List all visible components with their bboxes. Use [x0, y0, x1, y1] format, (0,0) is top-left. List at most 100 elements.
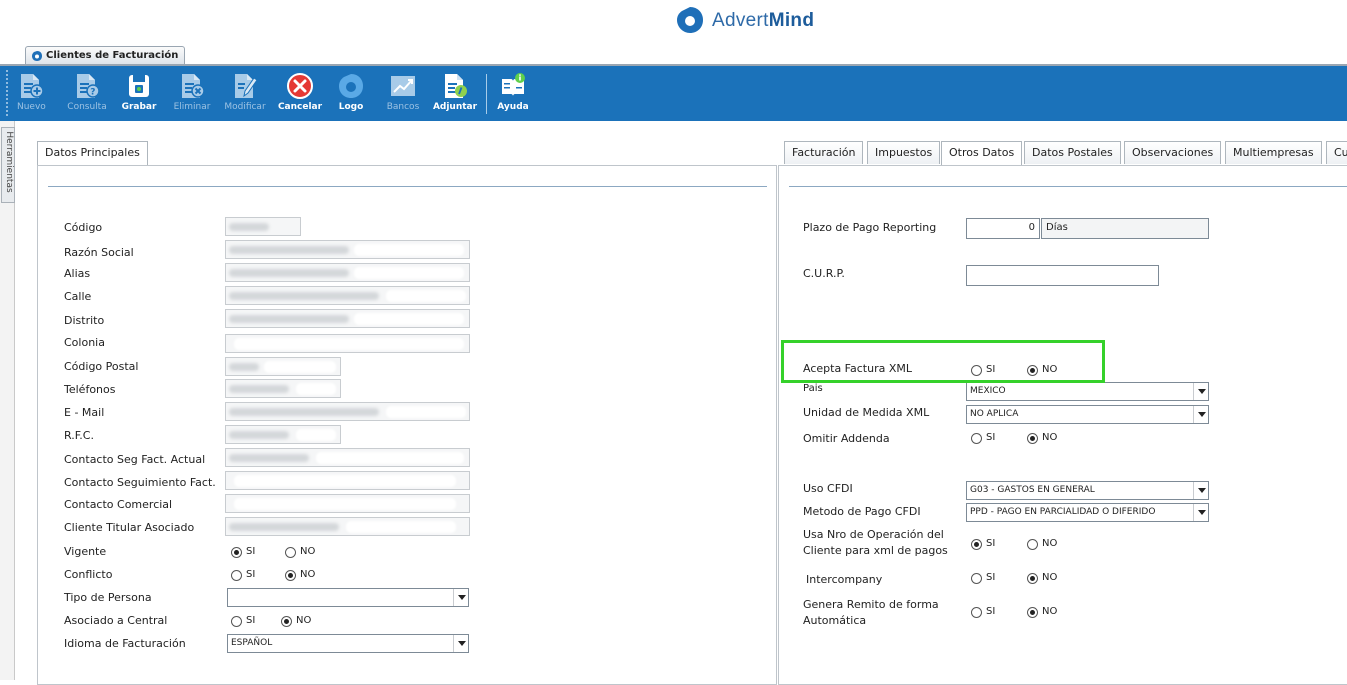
chevron-down-icon — [453, 589, 468, 606]
intercompany-no-label: NO — [1042, 572, 1058, 583]
label-plazo-pago: Plazo de Pago Reporting — [803, 221, 937, 234]
calle-field[interactable] — [225, 286, 470, 305]
genera-remito-no-radio[interactable] — [1027, 607, 1038, 618]
tab-datos-postales[interactable]: Datos Postales — [1024, 141, 1121, 164]
vigente-no-radio[interactable] — [285, 547, 296, 558]
label-contacto-comercial: Contacto Comercial — [64, 498, 173, 511]
consult-button[interactable]: ? Consulta — [62, 66, 112, 121]
codigo-field[interactable] — [225, 217, 301, 236]
omitir-addenda-no-radio[interactable] — [1027, 433, 1038, 444]
logo-icon — [339, 74, 363, 98]
label-conflicto: Conflicto — [64, 568, 113, 581]
colonia-field[interactable] — [225, 334, 470, 353]
intercompany-si-radio[interactable] — [971, 573, 982, 584]
chevron-down-icon — [1193, 383, 1208, 400]
label-razon-social: Razón Social — [64, 246, 134, 259]
label-codigo: Código — [64, 221, 103, 234]
label-usa-nro-op-line2: Cliente para xml de pagos — [803, 544, 948, 557]
tab-datos-principales[interactable]: Datos Principales — [37, 141, 148, 165]
genera-remito-si-radio[interactable] — [971, 607, 982, 618]
help-button[interactable]: Ayuda — [495, 66, 531, 121]
tab-impuestos[interactable]: Impuestos — [867, 141, 941, 164]
distrito-field[interactable] — [225, 309, 470, 328]
tab-observaciones[interactable]: Observaciones — [1124, 141, 1222, 164]
contacto-seguimiento-field[interactable] — [225, 471, 470, 490]
uso-cfdi-select[interactable]: G03 - GASTOS EN GENERAL — [966, 481, 1209, 500]
label-calle: Calle — [64, 290, 92, 303]
cancel-button[interactable]: Cancelar — [276, 66, 324, 121]
tipo-persona-select[interactable] — [227, 588, 469, 607]
banks-button[interactable]: Bancos — [383, 66, 423, 121]
metodo-pago-value: PPD - PAGO EN PARCIALIDAD O DIFERIDO — [970, 507, 1156, 517]
toolbar-grip[interactable] — [6, 70, 10, 116]
banks-button-label: Bancos — [386, 102, 420, 112]
tab-datos-postales-label: Datos Postales — [1032, 146, 1113, 159]
plazo-pago-input[interactable]: 0 — [966, 218, 1040, 239]
email-field[interactable] — [225, 402, 470, 421]
tab-otros-datos-label: Otros Datos — [949, 146, 1015, 159]
cliente-titular-field[interactable] — [225, 517, 470, 536]
usa-nro-op-si-radio[interactable] — [971, 539, 982, 550]
toolbar: Nuevo ? Consulta Grabar Eliminar Modific — [0, 66, 1347, 121]
chevron-down-icon — [453, 635, 468, 652]
new-button-label: Nuevo — [17, 102, 46, 112]
genera-remito-no-label: NO — [1042, 606, 1058, 617]
contacto-seg-actual-field[interactable] — [225, 448, 470, 467]
unidad-medida-select[interactable]: NO APLICA — [966, 405, 1209, 424]
highlight-acepta-xml — [781, 340, 1105, 383]
telefonos-field[interactable] — [225, 379, 341, 398]
save-button[interactable]: Grabar — [120, 66, 158, 121]
asociado-central-no-label: NO — [296, 615, 312, 626]
logo-button-label: Logo — [338, 102, 364, 112]
tab-multiempresas[interactable]: Multiempresas — [1225, 141, 1322, 164]
pais-select[interactable]: MEXICO — [966, 382, 1209, 401]
tab-otros-datos[interactable]: Otros Datos — [941, 141, 1023, 165]
label-unidad-medida: Unidad de Medida XML — [803, 406, 930, 419]
conflicto-no-radio[interactable] — [285, 570, 296, 581]
label-genera-remito-line1: Genera Remito de forma — [803, 598, 939, 611]
new-button[interactable]: Nuevo — [17, 66, 46, 121]
delete-button[interactable]: Eliminar — [170, 66, 214, 121]
toolbar-separator — [486, 74, 487, 114]
tools-side-tab-label: Herramientas — [4, 131, 14, 193]
rfc-field[interactable] — [225, 425, 341, 444]
window-tab-clientes[interactable]: Clientes de Facturación — [25, 46, 186, 65]
intercompany-no-radio[interactable] — [1027, 573, 1038, 584]
vigente-si-radio[interactable] — [231, 547, 242, 558]
metodo-pago-select[interactable]: PPD - PAGO EN PARCIALIDAD O DIFERIDO — [966, 503, 1209, 522]
tab-facturacion[interactable]: Facturación — [784, 141, 864, 164]
label-omitir-addenda: Omitir Addenda — [803, 432, 890, 445]
alias-field[interactable] — [225, 263, 470, 282]
tab-cuentas[interactable]: Cu — [1326, 141, 1347, 164]
omitir-addenda-si-radio[interactable] — [971, 433, 982, 444]
tab-facturacion-label: Facturación — [792, 146, 856, 159]
asociado-central-si-radio[interactable] — [231, 616, 242, 627]
asociado-central-no-radio[interactable] — [281, 616, 292, 627]
tools-side-tab[interactable]: Herramientas — [1, 127, 15, 203]
logo-button[interactable]: Logo — [333, 66, 369, 121]
attach-button[interactable]: Adjuntar — [431, 66, 479, 121]
label-colonia: Colonia — [64, 336, 105, 349]
plazo-pago-unit: Días — [1041, 218, 1209, 239]
idioma-select[interactable]: ESPAÑOL — [227, 634, 469, 653]
label-distrito: Distrito — [64, 314, 105, 327]
label-usa-nro-op-line1: Usa Nro de Operación del — [803, 528, 944, 541]
razon-social-field[interactable] — [225, 240, 470, 259]
help-button-label: Ayuda — [497, 102, 529, 112]
advertmind-logo-icon — [677, 7, 703, 33]
side-panel-strip — [0, 121, 15, 680]
label-codigo-postal: Código Postal — [64, 360, 139, 373]
modify-button[interactable]: Modificar — [219, 66, 271, 121]
usa-nro-op-no-radio[interactable] — [1027, 539, 1038, 550]
modify-button-label: Modificar — [224, 102, 266, 112]
uso-cfdi-value: G03 - GASTOS EN GENERAL — [970, 485, 1095, 495]
contacto-comercial-field[interactable] — [225, 494, 470, 513]
curp-input[interactable] — [966, 265, 1159, 286]
asociado-central-si-label: SI — [246, 615, 256, 626]
delete-document-icon — [182, 74, 205, 98]
consult-button-label: Consulta — [67, 102, 107, 112]
cancel-button-label: Cancelar — [277, 102, 323, 112]
conflicto-si-radio[interactable] — [231, 570, 242, 581]
codigo-postal-field[interactable] — [225, 357, 341, 376]
plazo-pago-unit-label: Días — [1046, 222, 1068, 233]
